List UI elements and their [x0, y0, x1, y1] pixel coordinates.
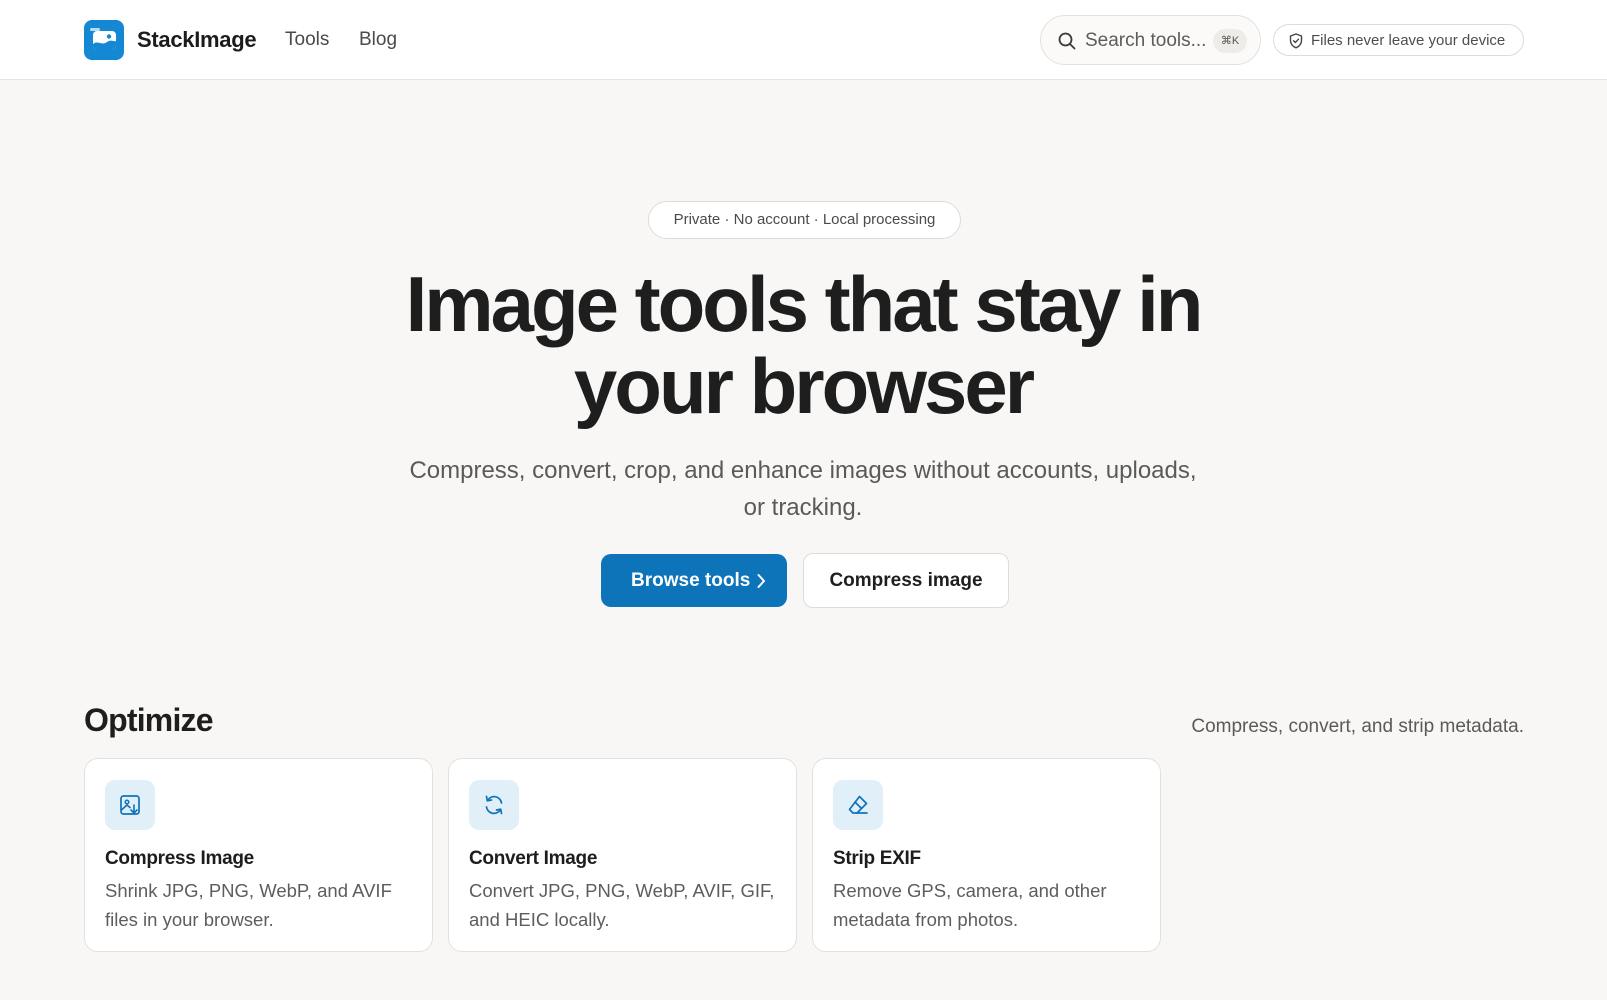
tool-icon-tile [833, 780, 883, 830]
logo-glyph [90, 28, 116, 50]
privacy-badge-text: Files never leave your device [1311, 32, 1506, 49]
tool-icon-tile [105, 780, 155, 830]
section-subtitle: Compress, convert, and strip metadata. [1191, 716, 1524, 737]
section-title: Optimize [84, 702, 214, 738]
nav-link-blog[interactable]: Blog [359, 28, 397, 52]
eraser-icon [848, 795, 868, 814]
search-placeholder: Search tools... [1085, 30, 1207, 51]
shield-check-icon [1289, 33, 1303, 49]
tool-card-description: Convert JPG, PNG, WebP, AVIF, GIF, and H… [469, 880, 775, 930]
brand-name[interactable]: StackImage [137, 27, 257, 53]
hero-title-line-2: your browser [573, 342, 1035, 430]
privacy-badge: Files never leave your device [1273, 24, 1524, 56]
browse-tools-button[interactable]: Browse tools [601, 554, 787, 607]
hero-tagline-pill: Private · No account · Local processing [648, 201, 961, 239]
tool-icon-tile [469, 780, 519, 830]
hero-title: Image tools that stay in your browser [303, 263, 1303, 427]
tool-card-title: Convert Image [469, 848, 598, 869]
tool-card-title: Compress Image [105, 848, 254, 869]
browse-tools-label: Browse tools [631, 570, 751, 591]
tool-card-title: Strip EXIF [833, 848, 921, 869]
hero-title-line-1: Image tools that stay in [405, 260, 1204, 348]
compress-image-button[interactable]: Compress image [803, 553, 1009, 608]
site-header: StackImage Tools Blog Search tools... ⌘K… [0, 0, 1607, 80]
hero-subtitle: Compress, convert, crop, and enhance ima… [409, 457, 1197, 521]
refresh-icon [485, 795, 503, 815]
search-icon [1058, 32, 1076, 50]
search-shortcut-badge: ⌘K [1213, 29, 1247, 53]
nav-link-tools[interactable]: Tools [285, 28, 329, 52]
chevron-right-icon [757, 574, 765, 588]
tool-card-description: Remove GPS, camera, and other metadata f… [833, 880, 1107, 930]
tool-card-compress-image[interactable]: Compress Image Shrink JPG, PNG, WebP, an… [84, 758, 433, 952]
search-input[interactable]: Search tools... ⌘K [1040, 15, 1261, 65]
tool-card-convert-image[interactable]: Convert Image Convert JPG, PNG, WebP, AV… [448, 758, 797, 952]
tool-card-description: Shrink JPG, PNG, WebP, and AVIF files in… [105, 880, 392, 930]
tool-card-strip-exif[interactable]: Strip EXIF Remove GPS, camera, and other… [812, 758, 1161, 952]
image-compress-icon [120, 795, 140, 815]
logo-icon[interactable] [84, 20, 124, 60]
